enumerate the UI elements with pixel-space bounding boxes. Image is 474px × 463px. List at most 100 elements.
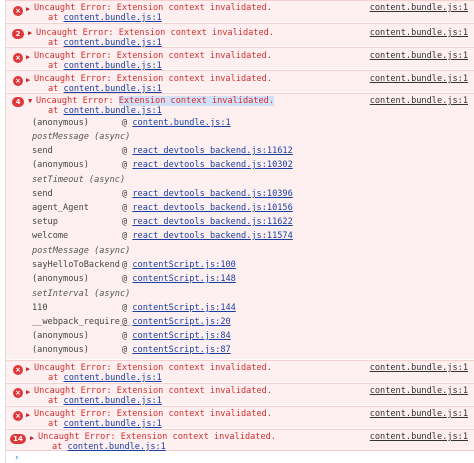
error-message: Uncaught Error: Extension context invali…	[34, 51, 272, 61]
stack-frame-link[interactable]: react_devtools_backend.js:10396	[132, 189, 292, 199]
stack-frame-fn: agent_Agent	[32, 203, 89, 213]
expand-triangle-icon[interactable]: ▶	[30, 434, 34, 442]
stack-frame-link[interactable]: contentScript.js:148	[132, 274, 235, 284]
stack-link[interactable]: content.bundle.js:1	[64, 396, 162, 406]
error-icon: ×	[13, 6, 23, 16]
stack-frame-link[interactable]: contentScript.js:100	[132, 260, 235, 270]
console-error-entry[interactable]: 2 ▶ Uncaught Error: Extension context in…	[6, 23, 474, 48]
async-group-label: postMessage (async)	[32, 246, 131, 256]
stack-location: at content.bundle.js:1	[48, 419, 162, 429]
error-icon: ×	[13, 411, 23, 421]
stack-location: at content.bundle.js:1	[48, 13, 162, 23]
stack-frame-fn: send	[32, 189, 53, 199]
error-message: Uncaught Error: Extension context invali…	[34, 409, 272, 419]
stack-frame-link[interactable]: react_devtools_backend.js:11612	[132, 146, 292, 156]
stack-frame-fn: (anonymous)	[32, 331, 89, 341]
stack-frame-link[interactable]: contentScript.js:84	[132, 331, 230, 341]
repeat-count-badge: 4	[12, 97, 24, 107]
error-message: Uncaught Error: Extension context invali…	[36, 96, 275, 106]
async-group-label: setTimeout (async)	[32, 175, 126, 185]
expand-triangle-icon[interactable]: ▶	[26, 5, 30, 13]
stack-frame-at: @ contentScript.js:20	[122, 317, 231, 327]
console-error-entry[interactable]: × ▶ Uncaught Error: Extension context in…	[6, 360, 474, 383]
error-message: Uncaught Error: Extension context invali…	[34, 386, 272, 396]
source-link[interactable]: content.bundle.js:1	[370, 409, 468, 419]
stack-frame-link[interactable]: contentScript.js:144	[132, 303, 235, 313]
stack-frame-at: @ content.bundle.js:1	[122, 118, 231, 128]
error-icon: ×	[13, 388, 23, 398]
stack-frame-at: @ contentScript.js:144	[122, 303, 236, 313]
async-group-label: postMessage (async)	[32, 132, 131, 142]
source-link[interactable]: content.bundle.js:1	[370, 432, 468, 442]
stack-frame-link[interactable]: react_devtools_backend.js:10302	[132, 160, 292, 170]
async-group-label: setInterval (async)	[32, 289, 131, 299]
stack-frame-at: @ react_devtools_backend.js:10396	[122, 189, 293, 199]
source-link[interactable]: content.bundle.js:1	[370, 28, 468, 38]
error-message: Uncaught Error: Extension context invali…	[34, 3, 272, 13]
expand-triangle-icon[interactable]: ▶	[26, 53, 30, 61]
stack-frame-at: @ react_devtools_backend.js:11574	[122, 231, 293, 241]
console-error-entry[interactable]: × ▶ Uncaught Error: Extension context in…	[6, 70, 474, 94]
console-error-entry-expanded[interactable]: 4 ▼ Uncaught Error: Extension context in…	[6, 93, 474, 359]
source-link[interactable]: content.bundle.js:1	[370, 74, 468, 84]
stack-frame-fn: (anonymous)	[32, 345, 89, 355]
stack-frame-link[interactable]: react_devtools_backend.js:10156	[132, 203, 292, 213]
error-icon: ×	[13, 365, 23, 375]
stack-link[interactable]: content.bundle.js:1	[64, 419, 162, 429]
console-error-entry[interactable]: × ▶ Uncaught Error: Extension context in…	[6, 383, 474, 406]
stack-location: at content.bundle.js:1	[48, 396, 162, 406]
stack-frame-at: @ contentScript.js:87	[122, 345, 231, 355]
error-message: Uncaught Error: Extension context invali…	[34, 363, 272, 373]
stack-location: at content.bundle.js:1	[52, 442, 166, 452]
source-link[interactable]: content.bundle.js:1	[370, 363, 468, 373]
console-error-entry[interactable]: × ▶ Uncaught Error: Extension context in…	[6, 0, 474, 23]
stack-frame-fn: sayHelloToBackend	[32, 260, 120, 270]
stack-frame-link[interactable]: react_devtools_backend.js:11574	[132, 231, 292, 241]
repeat-count-badge: 14	[10, 434, 26, 444]
source-link[interactable]: content.bundle.js:1	[370, 96, 468, 106]
stack-frame-at: @ react_devtools_backend.js:11612	[122, 146, 293, 156]
error-message: Uncaught Error: Extension context invali…	[38, 432, 276, 442]
expand-triangle-icon[interactable]: ▶	[26, 388, 30, 396]
repeat-count-badge: 2	[12, 29, 24, 39]
source-link[interactable]: content.bundle.js:1	[370, 51, 468, 61]
stack-frame-fn: __webpack_require__	[32, 317, 131, 327]
stack-frame-at: @ react_devtools_backend.js:10156	[122, 203, 293, 213]
stack-frame-at: @ contentScript.js:84	[122, 331, 231, 341]
expand-triangle-icon[interactable]: ▶	[26, 76, 30, 84]
stack-frame-fn: (anonymous)	[32, 274, 89, 284]
stack-location: at content.bundle.js:1	[48, 373, 162, 383]
stack-frame-at: @ react_devtools_backend.js:11622	[122, 217, 293, 227]
stack-frame-fn: (anonymous)	[32, 160, 89, 170]
expand-triangle-icon[interactable]: ▶	[26, 365, 30, 373]
collapse-triangle-icon[interactable]: ▼	[28, 97, 32, 105]
console-error-entry[interactable]: 14 ▶ Uncaught Error: Extension context i…	[6, 429, 474, 452]
source-link[interactable]: content.bundle.js:1	[370, 3, 468, 13]
stack-link[interactable]: content.bundle.js:1	[64, 13, 162, 23]
stack-frame-link[interactable]: contentScript.js:87	[132, 345, 230, 355]
console-prompt-icon[interactable]: ›	[14, 453, 19, 463]
stack-frame-fn: (anonymous)	[32, 118, 89, 128]
stack-link[interactable]: content.bundle.js:1	[64, 106, 162, 116]
error-message: Uncaught Error: Extension context invali…	[36, 28, 274, 38]
expand-triangle-icon[interactable]: ▶	[28, 29, 32, 37]
console-error-entry[interactable]: × ▶ Uncaught Error: Extension context in…	[6, 406, 474, 429]
stack-frame-fn: welcome	[32, 231, 69, 241]
stack-link[interactable]: content.bundle.js:1	[68, 442, 166, 452]
error-message: Uncaught Error: Extension context invali…	[34, 74, 272, 84]
stack-frame-fn: setup	[32, 217, 58, 227]
stack-frame-at: @ contentScript.js:148	[122, 274, 236, 284]
stack-frame-link[interactable]: content.bundle.js:1	[132, 118, 230, 128]
stack-location: at content.bundle.js:1	[48, 106, 162, 116]
error-icon: ×	[13, 76, 23, 86]
stack-frame-at: @ react_devtools_backend.js:10302	[122, 160, 293, 170]
stack-frame-link[interactable]: contentScript.js:20	[132, 317, 230, 327]
stack-frame-at: @ contentScript.js:100	[122, 260, 236, 270]
stack-frame-link[interactable]: react_devtools_backend.js:11622	[132, 217, 292, 227]
expand-triangle-icon[interactable]: ▶	[26, 411, 30, 419]
source-link[interactable]: content.bundle.js:1	[370, 386, 468, 396]
console-error-entry[interactable]: × ▶ Uncaught Error: Extension context in…	[6, 47, 474, 71]
stack-link[interactable]: content.bundle.js:1	[64, 373, 162, 383]
devtools-console: × ▶ Uncaught Error: Extension context in…	[0, 0, 474, 463]
stack-frame-fn: send	[32, 146, 53, 156]
